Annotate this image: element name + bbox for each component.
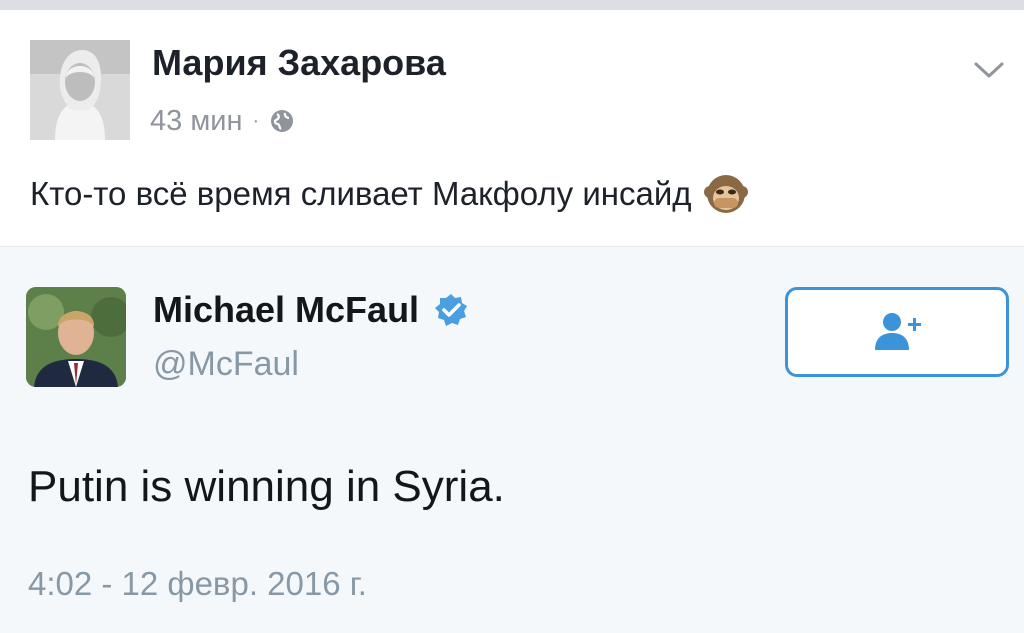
tweet-author-name[interactable]: Michael McFaul (153, 289, 469, 331)
verified-badge-icon (433, 292, 469, 328)
post-text-content: Кто-то всё время сливает Макфолу инсайд (30, 175, 692, 212)
top-divider (0, 0, 1024, 10)
chevron-down-icon[interactable] (972, 56, 1006, 84)
page: Мария Захарова 43 мин · Кто-то всё время… (0, 0, 1024, 633)
globe-icon (269, 108, 295, 134)
embedded-tweet[interactable]: Michael McFaul @McFaul Putin is winning … (0, 246, 1024, 633)
post-time[interactable]: 43 мин (150, 105, 242, 138)
see-no-evil-monkey-icon (703, 172, 748, 216)
tweet-avatar-photo-icon (26, 287, 126, 387)
tweet-author-handle[interactable]: @McFaul (153, 345, 299, 384)
tweet-author-name-text: Michael McFaul (153, 289, 420, 330)
post-text: Кто-то всё время сливает Макфолу инсайд (30, 172, 748, 216)
author-avatar[interactable] (30, 40, 130, 140)
follow-user-icon (875, 313, 921, 350)
tweet-timestamp[interactable]: 4:02 - 12 февр. 2016 г. (28, 565, 367, 603)
meta-separator: · (252, 109, 260, 132)
post-meta: 43 мин · (150, 103, 295, 139)
tweet-author-avatar[interactable] (26, 287, 126, 387)
author-name[interactable]: Мария Захарова (152, 42, 446, 84)
follow-button[interactable] (785, 287, 1009, 377)
tweet-text: Putin is winning in Syria. (28, 462, 505, 511)
avatar-photo-icon (30, 40, 130, 140)
